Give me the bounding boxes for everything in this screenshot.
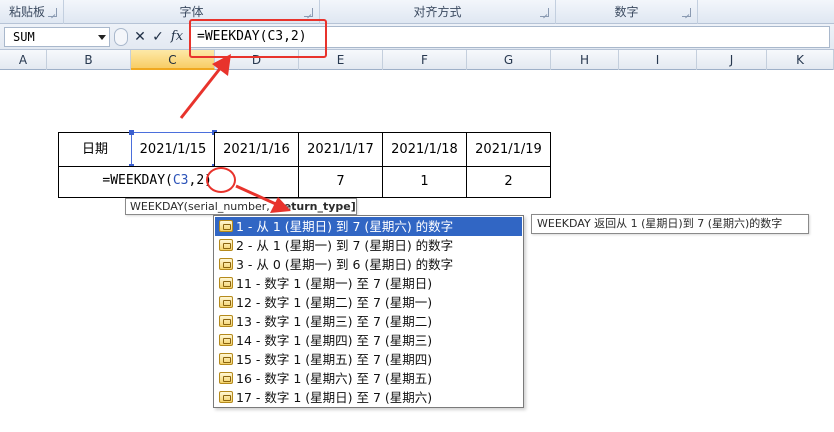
dropdown-option[interactable]: 1 - 从 1 (星期日) 到 7 (星期六) 的数字: [215, 217, 522, 236]
active-cell-c2[interactable]: 2021/1/15: [131, 132, 215, 167]
option-description-tooltip: WEEKDAY 返回从 1 (星期日)到 7 (星期六)的数字: [531, 214, 809, 234]
column-header-k[interactable]: K: [767, 50, 834, 70]
date-value: 2021/1/17: [307, 142, 374, 157]
formula-bar: SUM ✕ ✓ fx =WEEKDAY(C3,2): [0, 24, 834, 50]
date-label-cell[interactable]: 日期: [58, 132, 132, 167]
insert-function-icon[interactable]: fx: [169, 28, 185, 46]
option-label: 2 - 从 1 (星期一) 到 7 (星期日) 的数字: [236, 238, 454, 253]
formula-bar-resize-handle[interactable]: [114, 28, 128, 46]
list-value-icon: [219, 391, 233, 403]
dropdown-option[interactable]: 16 - 数字 1 (星期六) 至 7 (星期五): [215, 369, 522, 388]
dropdown-option[interactable]: 12 - 数字 1 (星期二) 至 7 (星期一): [215, 293, 522, 312]
function-argument-tooltip[interactable]: WEEKDAY(serial_number, [return_type]): [125, 198, 357, 215]
column-header-b[interactable]: B: [47, 50, 131, 70]
cancel-icon[interactable]: ✕: [132, 28, 148, 46]
tooltip-current-argument: [return_type]: [273, 200, 356, 213]
result-cell[interactable]: 2: [466, 166, 551, 198]
dropdown-option[interactable]: 13 - 数字 1 (星期三) 至 7 (星期二): [215, 312, 522, 331]
option-label: 17 - 数字 1 (星期日) 至 7 (星期六): [236, 390, 433, 405]
result-cell[interactable]: 1: [382, 166, 467, 198]
ribbon-group-number: 数字: [556, 0, 698, 24]
ribbon-group-label: 对齐方式: [413, 5, 462, 19]
formula-cell-reference: C3: [172, 173, 189, 188]
list-value-icon: [219, 220, 233, 232]
list-value-icon: [219, 334, 233, 346]
date-cell[interactable]: 2021/1/18: [382, 132, 467, 167]
chevron-down-icon[interactable]: [98, 35, 106, 40]
dialog-launcher-icon[interactable]: [682, 8, 691, 17]
formula-prefix: =WEEKDAY(: [102, 173, 173, 188]
result-value: 2: [504, 174, 513, 189]
list-value-icon: [219, 353, 233, 365]
dropdown-option[interactable]: 3 - 从 0 (星期一) 到 6 (星期日) 的数字: [215, 255, 522, 274]
date-value: 2021/1/19: [475, 142, 542, 157]
list-value-icon: [219, 277, 233, 289]
name-box[interactable]: SUM: [4, 27, 110, 47]
list-value-icon: [219, 315, 233, 327]
date-label: 日期: [81, 142, 108, 157]
dialog-launcher-icon[interactable]: [48, 8, 57, 17]
result-value: 7: [336, 174, 345, 189]
argument-highlight-circle: [206, 167, 236, 193]
option-label: 15 - 数字 1 (星期五) 至 7 (星期四): [236, 352, 433, 367]
date-value: 2021/1/15: [139, 142, 207, 157]
list-value-icon: [219, 239, 233, 251]
dialog-launcher-icon[interactable]: [304, 8, 313, 17]
dropdown-option[interactable]: 17 - 数字 1 (星期日) 至 7 (星期六): [215, 388, 522, 407]
option-label: 11 - 数字 1 (星期一) 至 7 (星期日): [236, 276, 433, 291]
dialog-launcher-icon[interactable]: [540, 8, 549, 17]
date-cell[interactable]: 2021/1/17: [298, 132, 383, 167]
dropdown-option[interactable]: 15 - 数字 1 (星期五) 至 7 (星期四): [215, 350, 522, 369]
ribbon-group-label: 数字: [614, 5, 639, 19]
list-value-icon: [219, 372, 233, 384]
in-cell-formula[interactable]: =WEEKDAY(C3,2): [58, 166, 218, 197]
option-label: 1 - 从 1 (星期日) 到 7 (星期六) 的数字: [236, 219, 454, 234]
option-label: 14 - 数字 1 (星期四) 至 7 (星期三): [236, 333, 433, 348]
column-headers: A B C D E F G H I J K: [0, 50, 834, 70]
tooltip-close-paren: ): [356, 200, 357, 213]
option-label: 12 - 数字 1 (星期二) 至 7 (星期一): [236, 295, 433, 310]
column-header-a[interactable]: A: [0, 50, 47, 70]
ribbon-group-clipboard: 粘贴板: [0, 0, 64, 24]
tooltip-signature: WEEKDAY(serial_number,: [130, 200, 274, 213]
option-label: 13 - 数字 1 (星期三) 至 7 (星期二): [236, 314, 433, 329]
date-value: 2021/1/18: [391, 142, 458, 157]
ribbon-group-alignment: 对齐方式: [320, 0, 556, 24]
column-header-j[interactable]: J: [697, 50, 767, 70]
return-type-dropdown[interactable]: 1 - 从 1 (星期日) 到 7 (星期六) 的数字 2 - 从 1 (星期一…: [213, 215, 524, 408]
dropdown-option[interactable]: 14 - 数字 1 (星期四) 至 7 (星期三): [215, 331, 522, 350]
column-header-h[interactable]: H: [551, 50, 619, 70]
list-value-icon: [219, 296, 233, 308]
column-header-i[interactable]: I: [619, 50, 697, 70]
dropdown-option[interactable]: 11 - 数字 1 (星期一) 至 7 (星期日): [215, 274, 522, 293]
option-label: 3 - 从 0 (星期一) 到 6 (星期日) 的数字: [236, 257, 454, 272]
option-label: 16 - 数字 1 (星期六) 至 7 (星期五): [236, 371, 433, 386]
ribbon-group-labels: 粘贴板 字体 对齐方式 数字: [0, 0, 834, 24]
date-cell[interactable]: 2021/1/16: [214, 132, 299, 167]
date-value: 2021/1/16: [223, 142, 290, 157]
date-cell[interactable]: 2021/1/19: [466, 132, 551, 167]
enter-icon[interactable]: ✓: [150, 28, 166, 46]
dropdown-option[interactable]: 2 - 从 1 (星期一) 到 7 (星期日) 的数字: [215, 236, 522, 255]
name-box-value: SUM: [13, 30, 35, 44]
result-value: 1: [420, 174, 429, 189]
result-cell[interactable]: 7: [298, 166, 383, 198]
selection-handle[interactable]: [129, 130, 134, 135]
column-header-f[interactable]: F: [383, 50, 467, 70]
column-header-g[interactable]: G: [467, 50, 551, 70]
list-value-icon: [219, 258, 233, 270]
formula-highlight-box: [189, 19, 327, 58]
